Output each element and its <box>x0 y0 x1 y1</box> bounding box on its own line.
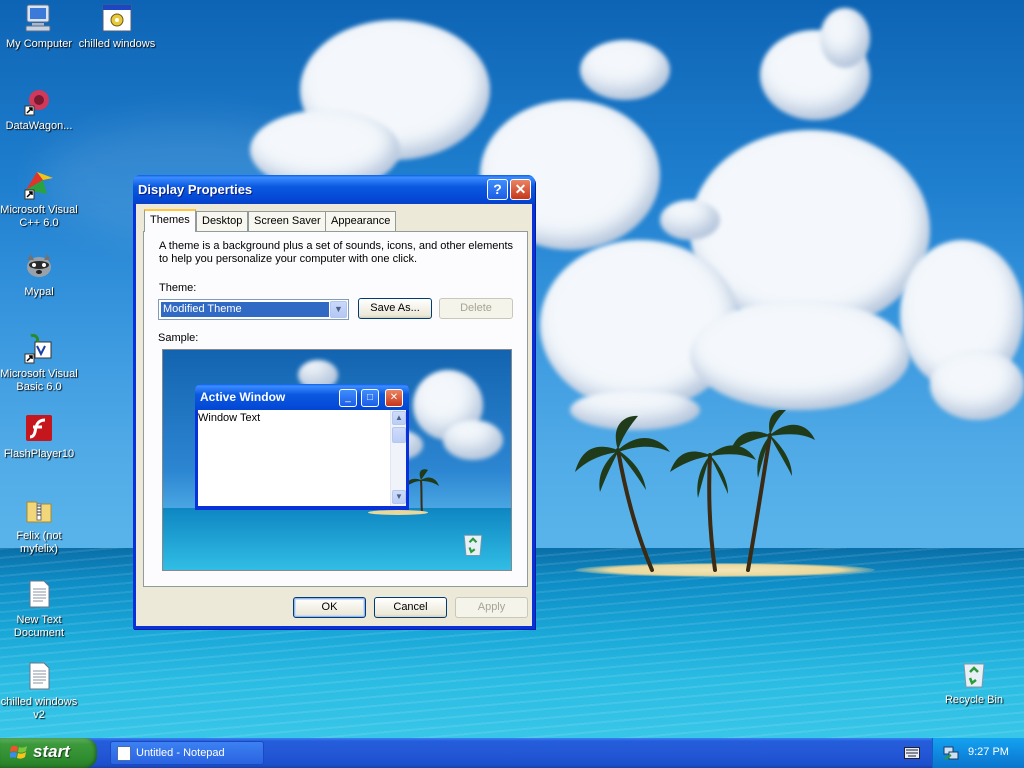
desktop-icon-chilled-windows-v2[interactable]: chilled windows v2 <box>0 660 78 722</box>
cancel-button[interactable]: Cancel <box>374 597 447 618</box>
desktop-icon-recycle-bin[interactable]: Recycle Bin <box>935 658 1013 707</box>
cloud <box>580 40 670 100</box>
desktop-icon-visual-basic[interactable]: Microsoft Visual Basic 6.0 <box>0 332 78 394</box>
delete-label: Delete <box>460 302 492 314</box>
ok-button[interactable]: OK <box>293 597 366 618</box>
scroll-thumb <box>392 427 406 443</box>
start-label: start <box>33 742 70 761</box>
sample-window-text: Window Text <box>198 412 261 424</box>
tab-label: Desktop <box>202 215 243 227</box>
datawagon-icon <box>24 90 49 116</box>
desktop-icon-label: DataWagon... <box>5 120 73 132</box>
tab-desktop[interactable]: Desktop <box>196 211 249 231</box>
theme-description-line2: to help you personalize your computer wi… <box>159 253 418 265</box>
scroll-down-icon: ▼ <box>392 490 406 504</box>
tab-label: Screen Saver <box>254 215 321 227</box>
cloud <box>660 200 720 240</box>
desktop-icon-label: New Text Document <box>13 614 65 639</box>
apply-button[interactable]: Apply <box>455 597 528 618</box>
display-properties-dialog: Display Properties ? ✕ Themes Desktop Sc… <box>133 175 535 629</box>
sample-scrollbar: ▲ ▼ <box>390 410 406 506</box>
desktop-icon-label: Mypal <box>24 286 54 298</box>
zip-folder-icon <box>26 501 52 523</box>
network-icon[interactable] <box>943 745 959 761</box>
dialog-title-bar[interactable]: Display Properties ? ✕ <box>133 175 535 204</box>
cloud <box>930 350 1024 420</box>
text-document-icon <box>29 662 50 690</box>
close-button[interactable]: ✕ <box>510 179 531 200</box>
dialog-title: Display Properties <box>138 182 253 197</box>
desktop-icon-new-text-document[interactable]: New Text Document <box>0 578 78 640</box>
desktop-icon-datawagon[interactable]: DataWagon... <box>0 84 78 133</box>
clock[interactable]: 9:27 PM <box>968 746 1009 758</box>
desktop-icon-visual-cpp[interactable]: Microsoft Visual C++ 6.0 <box>0 168 78 230</box>
desktop-icon-label: My Computer <box>5 38 73 50</box>
taskbar-button-notepad[interactable]: Untitled - Notepad <box>110 741 264 765</box>
help-button[interactable]: ? <box>487 179 508 200</box>
sample-active-window: Active Window _ □ ✕ Window Text ▲ ▼ <box>195 384 409 510</box>
mypal-icon <box>27 254 51 277</box>
cancel-label: Cancel <box>393 601 428 613</box>
close-icon: ✕ <box>514 181 527 197</box>
windows-logo-icon <box>10 745 27 759</box>
desktop-icon-chilled-windows[interactable]: chilled windows <box>78 2 156 51</box>
desktop-icon-label: Felix (not myfelix) <box>16 530 62 555</box>
theme-sample-preview: Active Window _ □ ✕ Window Text ▲ ▼ <box>162 349 512 571</box>
save-as-button[interactable]: Save As... <box>358 298 432 319</box>
desktop-icon-flash-player[interactable]: FlashPlayer10 <box>0 412 78 461</box>
maximize-icon: □ <box>361 389 379 407</box>
system-tray: 9:27 PM <box>932 738 1024 768</box>
desktop-icon-label: FlashPlayer10 <box>3 448 75 460</box>
ok-label: OK <box>321 601 338 613</box>
theme-label: Theme: <box>159 282 197 294</box>
desktop-icon-label: chilled windows <box>78 38 156 50</box>
desktop-icon-label: Microsoft Visual C++ 6.0 <box>0 204 78 229</box>
notepad-icon <box>117 746 131 761</box>
desktop-icon-mypal[interactable]: Mypal <box>0 250 78 299</box>
save-as-label: Save As... <box>370 302 420 314</box>
keyboard-icon[interactable] <box>904 747 920 759</box>
cloud <box>690 300 910 410</box>
my-computer-icon <box>25 4 51 32</box>
tab-screen-saver[interactable]: Screen Saver <box>248 211 327 231</box>
chevron-down-icon[interactable]: ▼ <box>330 301 347 318</box>
theme-select-value: Modified Theme <box>161 302 329 317</box>
tab-label: Themes <box>150 214 190 226</box>
recycle-bin-icon <box>963 663 985 688</box>
help-icon: ? <box>493 181 502 197</box>
sample-label: Sample: <box>158 332 199 344</box>
desktop-icon-my-computer[interactable]: My Computer <box>0 2 78 51</box>
desktop-icon-label: chilled windows v2 <box>0 696 78 721</box>
minimize-icon: _ <box>339 389 357 407</box>
desktop-icon-felix[interactable]: Felix (not myfelix) <box>0 494 78 556</box>
desktop-icon-label: Recycle Bin <box>944 694 1004 706</box>
theme-description-line1: A theme is a background plus a set of so… <box>159 240 514 252</box>
tab-appearance[interactable]: Appearance <box>325 211 397 231</box>
taskbar-button-label: Untitled - Notepad <box>136 747 225 759</box>
tab-themes[interactable]: Themes <box>144 209 196 232</box>
recycle-bin-icon <box>463 534 483 556</box>
taskbar: start Untitled - Notepad 9:27 PM <box>0 738 1024 768</box>
start-button[interactable]: start <box>0 738 97 768</box>
theme-select[interactable]: Modified Theme ▼ <box>158 299 349 320</box>
visual-cpp-icon <box>24 172 53 200</box>
flash-player-icon <box>26 415 52 441</box>
visual-basic-icon <box>24 334 52 364</box>
apply-label: Apply <box>477 601 506 613</box>
cloud <box>820 8 870 68</box>
palm-trees-image <box>575 410 815 572</box>
close-icon: ✕ <box>385 389 403 407</box>
application-icon <box>102 4 132 32</box>
delete-button[interactable]: Delete <box>439 298 513 319</box>
sample-window-title: Active Window <box>200 390 286 404</box>
scroll-up-icon: ▲ <box>392 411 406 425</box>
text-document-icon <box>29 580 50 608</box>
tab-label: Appearance <box>331 215 391 227</box>
desktop-icon-label: Microsoft Visual Basic 6.0 <box>0 368 78 393</box>
